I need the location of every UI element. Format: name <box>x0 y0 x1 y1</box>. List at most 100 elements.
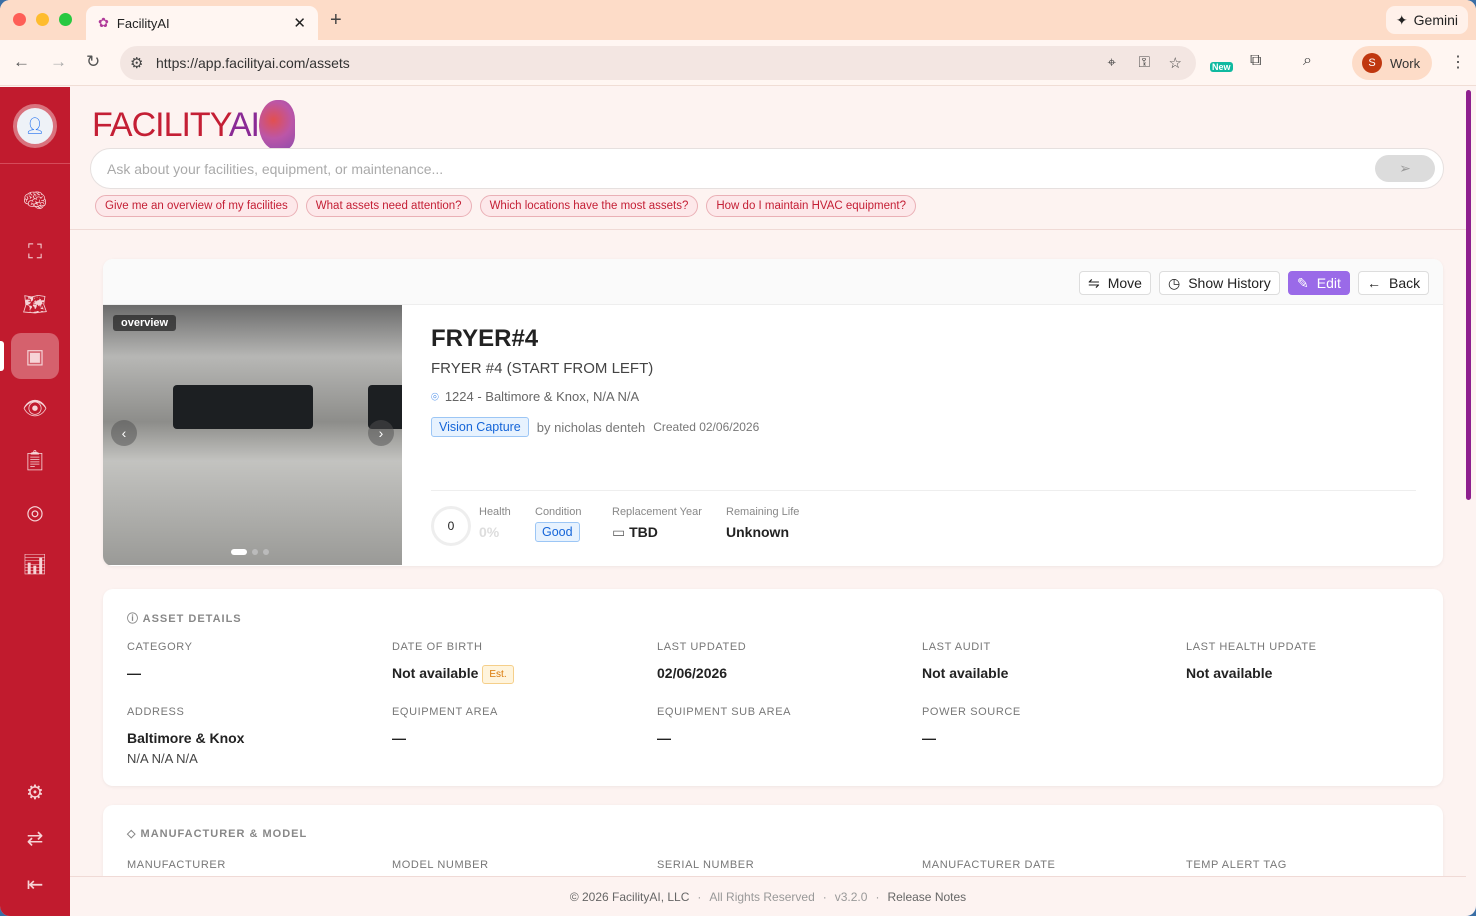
asset-location: ⌾ 1224 - Baltimore & Knox, N/A N/A <box>431 389 639 405</box>
close-window-button[interactable] <box>13 13 26 26</box>
condition-badge: Good <box>535 522 580 542</box>
next-photo-button[interactable]: › <box>368 420 394 446</box>
extensions-icon[interactable]: ⧉ <box>1250 52 1261 70</box>
bookmark-star-icon[interactable]: ☆ <box>1169 54 1182 72</box>
field-equipment-area: EQUIPMENT AREA — <box>392 706 498 746</box>
stat-value: TBD <box>629 524 658 540</box>
replacement-stat: Replacement Year ▭ TBD <box>612 506 702 541</box>
field-value: Not available <box>392 665 479 681</box>
url-text: https://app.facilityai.com/assets <box>156 55 350 71</box>
header-divider <box>70 229 1466 230</box>
report-clipboard-icon[interactable]: 📊︎ <box>11 541 59 587</box>
profile-button[interactable]: S Work <box>1352 46 1432 80</box>
profile-label: Work <box>1390 55 1421 71</box>
asset-photo-carousel[interactable]: overview ‹ › <box>103 305 402 565</box>
release-notes-link[interactable]: Release Notes <box>887 890 966 904</box>
section-title: ◇ MANUFACTURER & MODEL <box>127 827 307 840</box>
asset-toolbar: ⇋ Move ◷ Show History ✎ Edit ← Back <box>103 259 1443 305</box>
info-icon: ⓘ <box>127 613 139 625</box>
show-history-button[interactable]: ◷ Show History <box>1159 271 1280 295</box>
field-label: SERIAL NUMBER <box>657 859 755 871</box>
fryer-control-panel <box>173 385 313 429</box>
footer: © 2026 FacilityAI, LLC · All Rights Reser… <box>70 876 1466 916</box>
address-bar-row: ← → ↻ ⚙ https://app.facilityai.com/asset… <box>0 40 1476 86</box>
edit-button[interactable]: ✎ Edit <box>1288 271 1350 295</box>
field-value: 02/06/2026 <box>657 665 728 681</box>
tag-icon: ◇ <box>127 828 137 840</box>
field-last-audit: LAST AUDIT Not available <box>922 641 1008 681</box>
prev-photo-button[interactable]: ‹ <box>111 420 137 446</box>
back-button[interactable]: ← Back <box>1358 271 1430 295</box>
menu-kebab-icon[interactable]: ⋮ <box>1450 52 1466 72</box>
settings-gear-icon[interactable]: ⚙ <box>11 769 59 815</box>
back-nav-icon[interactable]: ← <box>13 52 30 72</box>
facilityai-logo[interactable]: FACILITYAI <box>92 100 295 150</box>
pencil-icon: ✎ <box>1297 274 1309 291</box>
scrollbar[interactable] <box>1466 90 1471 500</box>
eye-icon[interactable]: 👁︎ <box>11 385 59 431</box>
condition-stat: Condition Good <box>535 506 581 542</box>
maximize-window-button[interactable] <box>59 13 72 26</box>
history-label: Show History <box>1188 275 1271 291</box>
key-icon[interactable]: ⚿ <box>1139 54 1150 71</box>
stat-value: 0% <box>479 524 500 540</box>
browser-tab[interactable]: ✿ FacilityAI ✕ <box>86 6 318 40</box>
map-icon[interactable]: 🗺︎ <box>11 281 59 327</box>
new-tab-button[interactable]: + <box>330 9 342 32</box>
stat-value: Unknown <box>726 524 789 540</box>
switch-arrows-icon[interactable]: ⇄ <box>11 815 59 861</box>
carousel-dot[interactable] <box>252 549 258 555</box>
logo-ai: AI <box>228 106 260 144</box>
sidebar: 👤︎ 🧠︎ ⛶ 🗺︎ ▣ 👁︎ 📋︎ ◎ 📊︎ ⚙ ⇄ ⇤ <box>0 87 70 916</box>
carousel-dot[interactable] <box>231 549 247 555</box>
checklist-icon[interactable]: 📋︎ <box>11 437 59 483</box>
sparkle-icon: ✦ <box>1395 11 1408 28</box>
suggestion-chip[interactable]: What assets need attention? <box>305 195 472 217</box>
field-equipment-sub-area: EQUIPMENT SUB AREA — <box>657 706 791 746</box>
favicon-icon: ✿ <box>98 15 109 30</box>
suggestion-chips: Give me an overview of my facilities Wha… <box>95 195 916 217</box>
tab-title: FacilityAI <box>116 15 170 31</box>
url-bar[interactable]: ⚙ https://app.facilityai.com/assets ⌖ ⚿ … <box>120 46 1196 80</box>
gemini-button[interactable]: ✦ Gemini <box>1385 6 1468 34</box>
location-icon[interactable]: ⌖ <box>1108 54 1116 71</box>
field-label: POWER SOURCE <box>922 706 1021 718</box>
estimate-badge: Est. <box>482 665 514 684</box>
user-avatar-button[interactable]: 👤︎ <box>13 104 57 148</box>
tab-search-icon[interactable]: ⌕ <box>1303 52 1312 70</box>
asset-details-card: ⓘ ASSET DETAILS CATEGORY — DATE OF BIRTH N… <box>103 589 1443 786</box>
field-label: LAST UPDATED <box>657 641 747 653</box>
logout-icon[interactable]: ⇤ <box>11 861 59 907</box>
suggestion-chip[interactable]: Which locations have the most assets? <box>479 195 699 217</box>
brain-icon[interactable]: 🧠︎ <box>11 177 59 223</box>
field-category: CATEGORY — <box>127 641 193 681</box>
field-label: LAST AUDIT <box>922 641 991 653</box>
field-label: TEMP ALERT TAG <box>1186 859 1287 871</box>
carousel-dot[interactable] <box>263 549 269 555</box>
forward-nav-icon[interactable]: → <box>50 52 67 72</box>
field-last-updated: LAST UPDATED 02/06/2026 <box>657 641 746 681</box>
assets-icon[interactable]: ▣ <box>11 333 59 379</box>
site-settings-icon[interactable]: ⚙ <box>130 54 143 72</box>
coins-icon[interactable]: ◎ <box>11 489 59 535</box>
field-label: CATEGORY <box>127 641 193 653</box>
scan-icon[interactable]: ⛶ <box>11 229 59 275</box>
field-label: MANUFACTURER <box>127 859 226 871</box>
edit-label: Edit <box>1316 275 1341 291</box>
minimize-window-button[interactable] <box>36 13 49 26</box>
move-label: Move <box>1107 275 1142 291</box>
map-pin-icon: ⌾ <box>431 389 439 404</box>
move-button[interactable]: ⇋ Move <box>1079 271 1151 295</box>
reload-icon[interactable]: ↻ <box>86 52 100 72</box>
new-badge[interactable]: New <box>1210 62 1233 72</box>
created-date: Created 02/06/2026 <box>653 420 760 434</box>
field-date-of-birth: DATE OF BIRTH Not available Est. <box>392 641 514 684</box>
location-text: 1224 - Baltimore & Knox, N/A N/A <box>444 389 640 404</box>
suggestion-chip[interactable]: Give me an overview of my facilities <box>95 195 298 217</box>
ask-input[interactable]: Ask about your facilities, equipment, or… <box>90 148 1444 189</box>
close-tab-icon[interactable]: ✕ <box>293 14 306 32</box>
field-label: DATE OF BIRTH <box>392 641 483 653</box>
send-button[interactable]: ➢ <box>1375 155 1435 182</box>
back-label: Back <box>1389 275 1421 291</box>
suggestion-chip[interactable]: How do I maintain HVAC equipment? <box>706 195 916 217</box>
